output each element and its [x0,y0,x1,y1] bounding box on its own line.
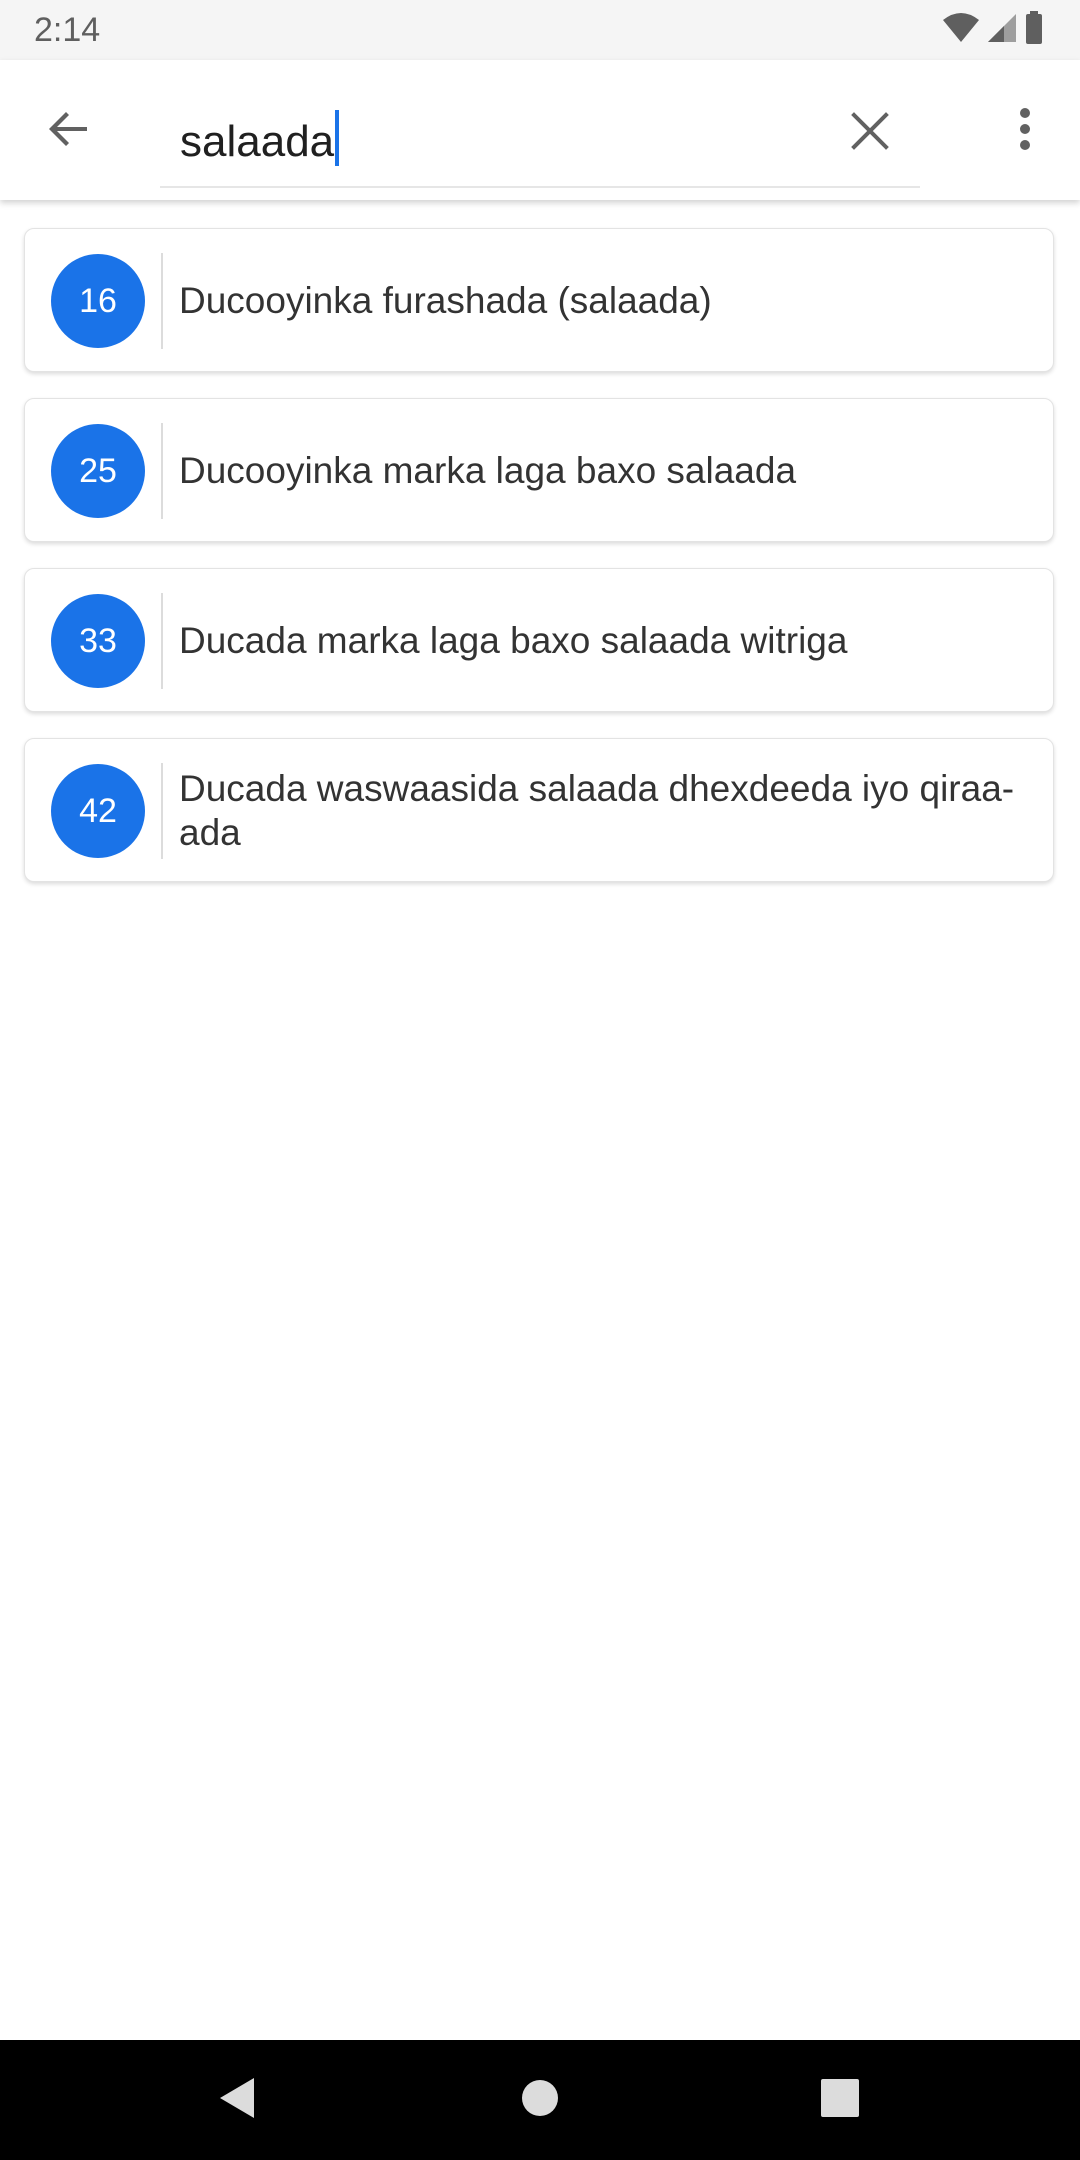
results-list: 16 Ducooyinka furashada (salaada) 25 Duc… [24,228,1056,908]
result-card[interactable]: 16 Ducooyinka furashada (salaada) [24,228,1054,372]
search-value: salaada [180,117,335,166]
result-title: Ducada waswaasida salaada dhexdeeda iyo … [179,768,1015,853]
close-icon [850,111,890,156]
nav-recents-icon [820,2078,860,2123]
card-divider [161,593,163,689]
more-options-button[interactable] [990,96,1060,166]
nav-back-icon [218,2076,258,2125]
result-card[interactable]: 33 Ducada marka laga baxo salaada witrig… [24,568,1054,712]
card-divider [161,763,163,859]
number-badge: 42 [51,764,145,858]
navigation-bar [0,2040,1080,2160]
result-card[interactable]: 25 Ducooyinka marka laga baxo salaada [24,398,1054,542]
status-icons [942,10,1044,50]
search-input[interactable]: salaada [180,110,340,168]
result-title: Ducada marka laga baxo salaada witriga [179,620,848,661]
card-divider [161,423,163,519]
battery-icon [1024,10,1044,50]
number-badge: 25 [51,424,145,518]
screen: 2:14 salaada 16 Ducooyinka furashada (sa… [0,0,1080,2160]
signal-icon [986,12,1018,49]
result-card[interactable]: 42 Ducada waswaasida salaada dhexdeeda i… [24,738,1054,882]
result-title: Ducooyinka marka laga baxo salaada [179,450,797,491]
search-toolbar: salaada [0,60,1080,200]
nav-back-button[interactable] [208,2070,268,2130]
clear-search-button[interactable] [835,98,905,168]
nav-home-icon [520,2078,560,2123]
status-time: 2:14 [34,11,101,49]
back-button[interactable] [34,96,104,166]
text-caret [335,110,340,166]
arrow-left-icon [47,107,91,156]
more-vert-icon [1018,107,1032,156]
number-badge: 33 [51,594,145,688]
wifi-icon [942,12,980,49]
nav-recents-button[interactable] [810,2070,870,2130]
result-title: Ducooyinka furashada (salaada) [179,280,712,321]
search-field[interactable]: salaada [160,90,920,188]
number-badge: 16 [51,254,145,348]
card-divider [161,253,163,349]
status-bar: 2:14 [0,0,1080,60]
nav-home-button[interactable] [510,2070,570,2130]
